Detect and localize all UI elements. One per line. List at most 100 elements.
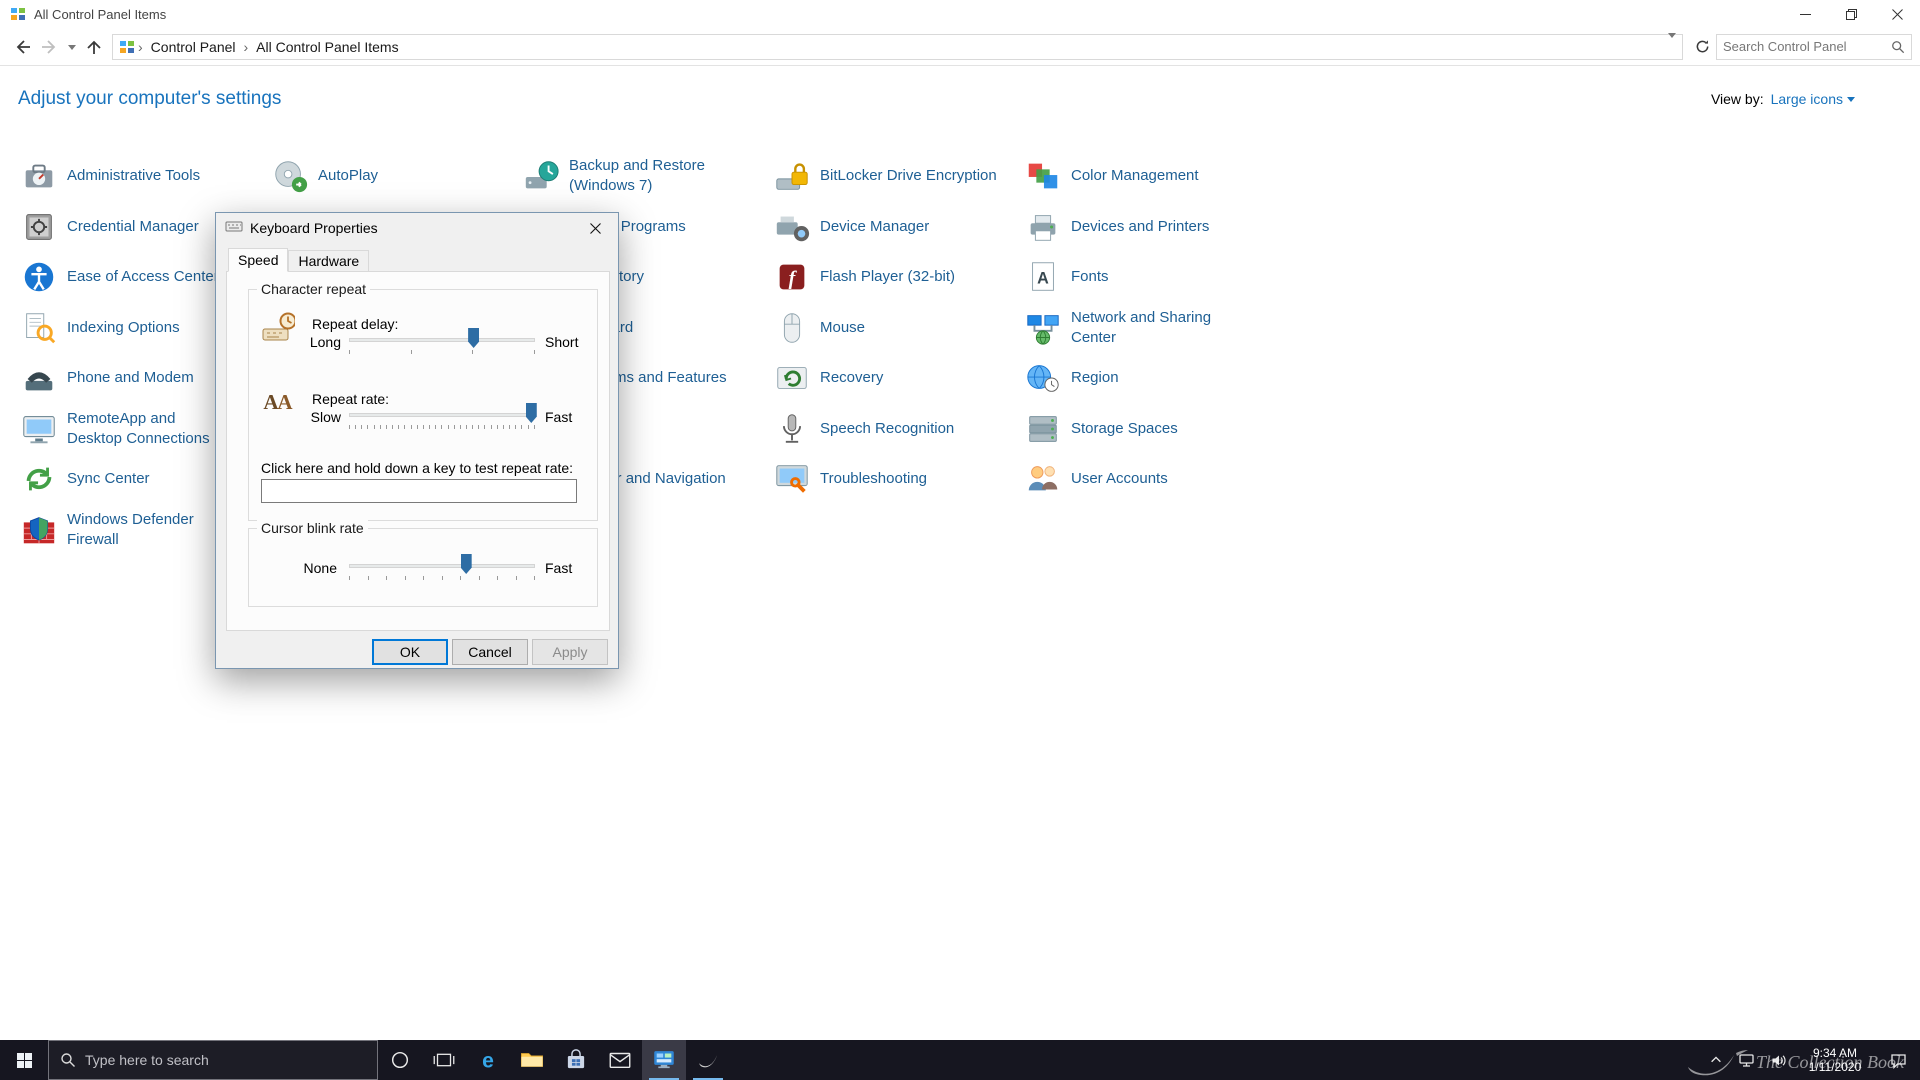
breadcrumb-item[interactable]: All Control Panel Items bbox=[249, 39, 405, 55]
clock-date: 1/11/2020 bbox=[1808, 1060, 1862, 1074]
region-icon bbox=[1024, 359, 1062, 397]
slider-thumb[interactable] bbox=[468, 328, 480, 348]
refresh-button[interactable] bbox=[1689, 34, 1716, 60]
view-by-label: View by: bbox=[1710, 91, 1764, 107]
address-history-dropdown[interactable] bbox=[1668, 32, 1676, 59]
control-panel-item[interactable]: Troubleshooting bbox=[773, 454, 1024, 505]
mail-button[interactable] bbox=[598, 1040, 642, 1080]
slider-thumb[interactable] bbox=[460, 554, 472, 574]
search-icon bbox=[61, 1053, 75, 1067]
control-panel-item[interactable]: Administrative Tools bbox=[20, 151, 271, 202]
edge-button[interactable]: e bbox=[466, 1040, 510, 1080]
remoteapp-icon bbox=[20, 410, 58, 448]
cursor-blink-max-label: Fast bbox=[545, 560, 573, 576]
control-panel-item[interactable]: AutoPlay bbox=[271, 151, 522, 202]
control-panel-item[interactable]: Storage Spaces bbox=[1024, 404, 1275, 455]
slider-thumb[interactable] bbox=[525, 403, 537, 423]
tab-hardware[interactable]: Hardware bbox=[288, 250, 370, 272]
taskbar-clock[interactable]: 9:34 AM 1/11/2020 bbox=[1794, 1046, 1876, 1074]
cortana-button[interactable] bbox=[378, 1040, 422, 1080]
admin-tools-icon bbox=[20, 157, 58, 195]
slider-ticks bbox=[349, 576, 535, 581]
apply-button[interactable]: Apply bbox=[532, 639, 608, 665]
up-button[interactable] bbox=[80, 33, 108, 61]
control-panel-item[interactable]: Network and Sharing Center bbox=[1024, 303, 1275, 354]
control-panel-item[interactable]: Speech Recognition bbox=[773, 404, 1024, 455]
dialog-titlebar[interactable]: Keyboard Properties bbox=[216, 213, 618, 243]
control-panel-item-label: Mouse bbox=[820, 318, 866, 336]
control-panel-item-label: Indexing Options bbox=[67, 318, 180, 336]
control-panel-item[interactable]: Color Management bbox=[1024, 151, 1275, 202]
cancel-button[interactable]: Cancel bbox=[452, 639, 528, 665]
group-label: Cursor blink rate bbox=[257, 520, 368, 536]
control-panel-item-label: Sync Center bbox=[67, 470, 150, 488]
screen: All Control Panel Items › Control Panel › A… bbox=[0, 0, 1920, 1080]
control-panel-item-label: Color Management bbox=[1071, 167, 1199, 185]
speaker-icon bbox=[1772, 1054, 1786, 1066]
control-panel-item[interactable]: Device Manager bbox=[773, 202, 1024, 253]
svg-text:A: A bbox=[1037, 270, 1049, 288]
slider-track[interactable] bbox=[349, 338, 535, 342]
svg-text:e: e bbox=[482, 1049, 494, 1072]
start-button[interactable] bbox=[0, 1040, 48, 1080]
address-bar[interactable]: › Control Panel › All Control Panel Items bbox=[112, 32, 1683, 60]
dialog-title: Keyboard Properties bbox=[250, 220, 378, 236]
network-tray-button[interactable] bbox=[1730, 1040, 1762, 1080]
forward-button[interactable] bbox=[36, 33, 64, 61]
page-header: Adjust your computer's settings View by:… bbox=[18, 88, 1855, 110]
restore-button[interactable] bbox=[1828, 0, 1874, 28]
control-panel-item[interactable]: BitLocker Drive Encryption bbox=[773, 151, 1024, 202]
dialog-tabs: Speed Hardware bbox=[228, 248, 370, 272]
cursor-blink-min-label: None bbox=[303, 560, 337, 576]
control-panel-item[interactable]: A Fonts bbox=[1024, 252, 1275, 303]
minimize-button[interactable] bbox=[1782, 0, 1828, 28]
collection-book-app-button[interactable] bbox=[686, 1040, 730, 1080]
tab-speed[interactable]: Speed bbox=[228, 248, 289, 272]
slider-ticks bbox=[349, 425, 535, 430]
control-panel-item-label: Troubleshooting bbox=[820, 470, 928, 488]
control-panel-item[interactable]: Devices and Printers bbox=[1024, 202, 1275, 253]
taskbar-search-input[interactable] bbox=[85, 1052, 366, 1068]
control-panel-button[interactable] bbox=[642, 1040, 686, 1080]
control-panel-item[interactable]: Recovery bbox=[773, 353, 1024, 404]
task-view-icon bbox=[431, 1047, 457, 1073]
control-panel-search[interactable] bbox=[1716, 33, 1912, 60]
window-title: All Control Panel Items bbox=[34, 6, 167, 22]
ok-button[interactable]: OK bbox=[372, 639, 448, 665]
taskbar-apps: e bbox=[378, 1040, 730, 1080]
chevron-down-icon bbox=[1668, 32, 1676, 59]
hidden-icons-button[interactable] bbox=[1702, 1040, 1730, 1080]
back-button[interactable] bbox=[8, 33, 36, 61]
repeat-test-input[interactable] bbox=[261, 479, 577, 503]
slider-track[interactable] bbox=[349, 564, 535, 568]
file-explorer-button[interactable] bbox=[510, 1040, 554, 1080]
repeat-delay-min-label: Long bbox=[309, 334, 341, 350]
cursor-blink-slider[interactable] bbox=[346, 553, 538, 583]
store-button[interactable] bbox=[554, 1040, 598, 1080]
control-panel-item[interactable]: Region bbox=[1024, 353, 1275, 404]
control-panel-item-label: Windows Defender Firewall bbox=[67, 510, 194, 548]
repeat-rate-slider[interactable] bbox=[346, 402, 538, 432]
character-repeat-group: Character repeat Repeat delay: Long Shor… bbox=[248, 281, 598, 521]
repeat-delay-slider[interactable] bbox=[346, 327, 538, 357]
volume-tray-button[interactable] bbox=[1762, 1040, 1794, 1080]
page-title: Adjust your computer's settings bbox=[18, 88, 282, 109]
credential-manager-icon bbox=[20, 208, 58, 246]
control-panel-item-label: Backup and Restore (Windows 7) bbox=[569, 157, 705, 195]
control-panel-item[interactable]: Backup and Restore (Windows 7) bbox=[522, 151, 773, 202]
search-input[interactable] bbox=[1723, 39, 1891, 54]
dialog-close-button[interactable] bbox=[573, 213, 618, 243]
taskbar-search[interactable] bbox=[48, 1040, 378, 1080]
task-view-button[interactable] bbox=[422, 1040, 466, 1080]
control-panel-item[interactable]: Mouse bbox=[773, 303, 1024, 354]
slider-track[interactable] bbox=[349, 413, 535, 417]
recovery-icon bbox=[773, 359, 811, 397]
action-center-button[interactable] bbox=[1876, 1040, 1920, 1080]
repeat-delay-max-label: Short bbox=[545, 334, 579, 350]
recent-pages-dropdown[interactable] bbox=[64, 33, 80, 61]
breadcrumb-item[interactable]: Control Panel bbox=[144, 39, 243, 55]
control-panel-item[interactable]: f Flash Player (32-bit) bbox=[773, 252, 1024, 303]
control-panel-item[interactable]: User Accounts bbox=[1024, 454, 1275, 505]
view-by-dropdown[interactable]: Large icons bbox=[1771, 91, 1855, 107]
close-button[interactable] bbox=[1874, 0, 1920, 28]
